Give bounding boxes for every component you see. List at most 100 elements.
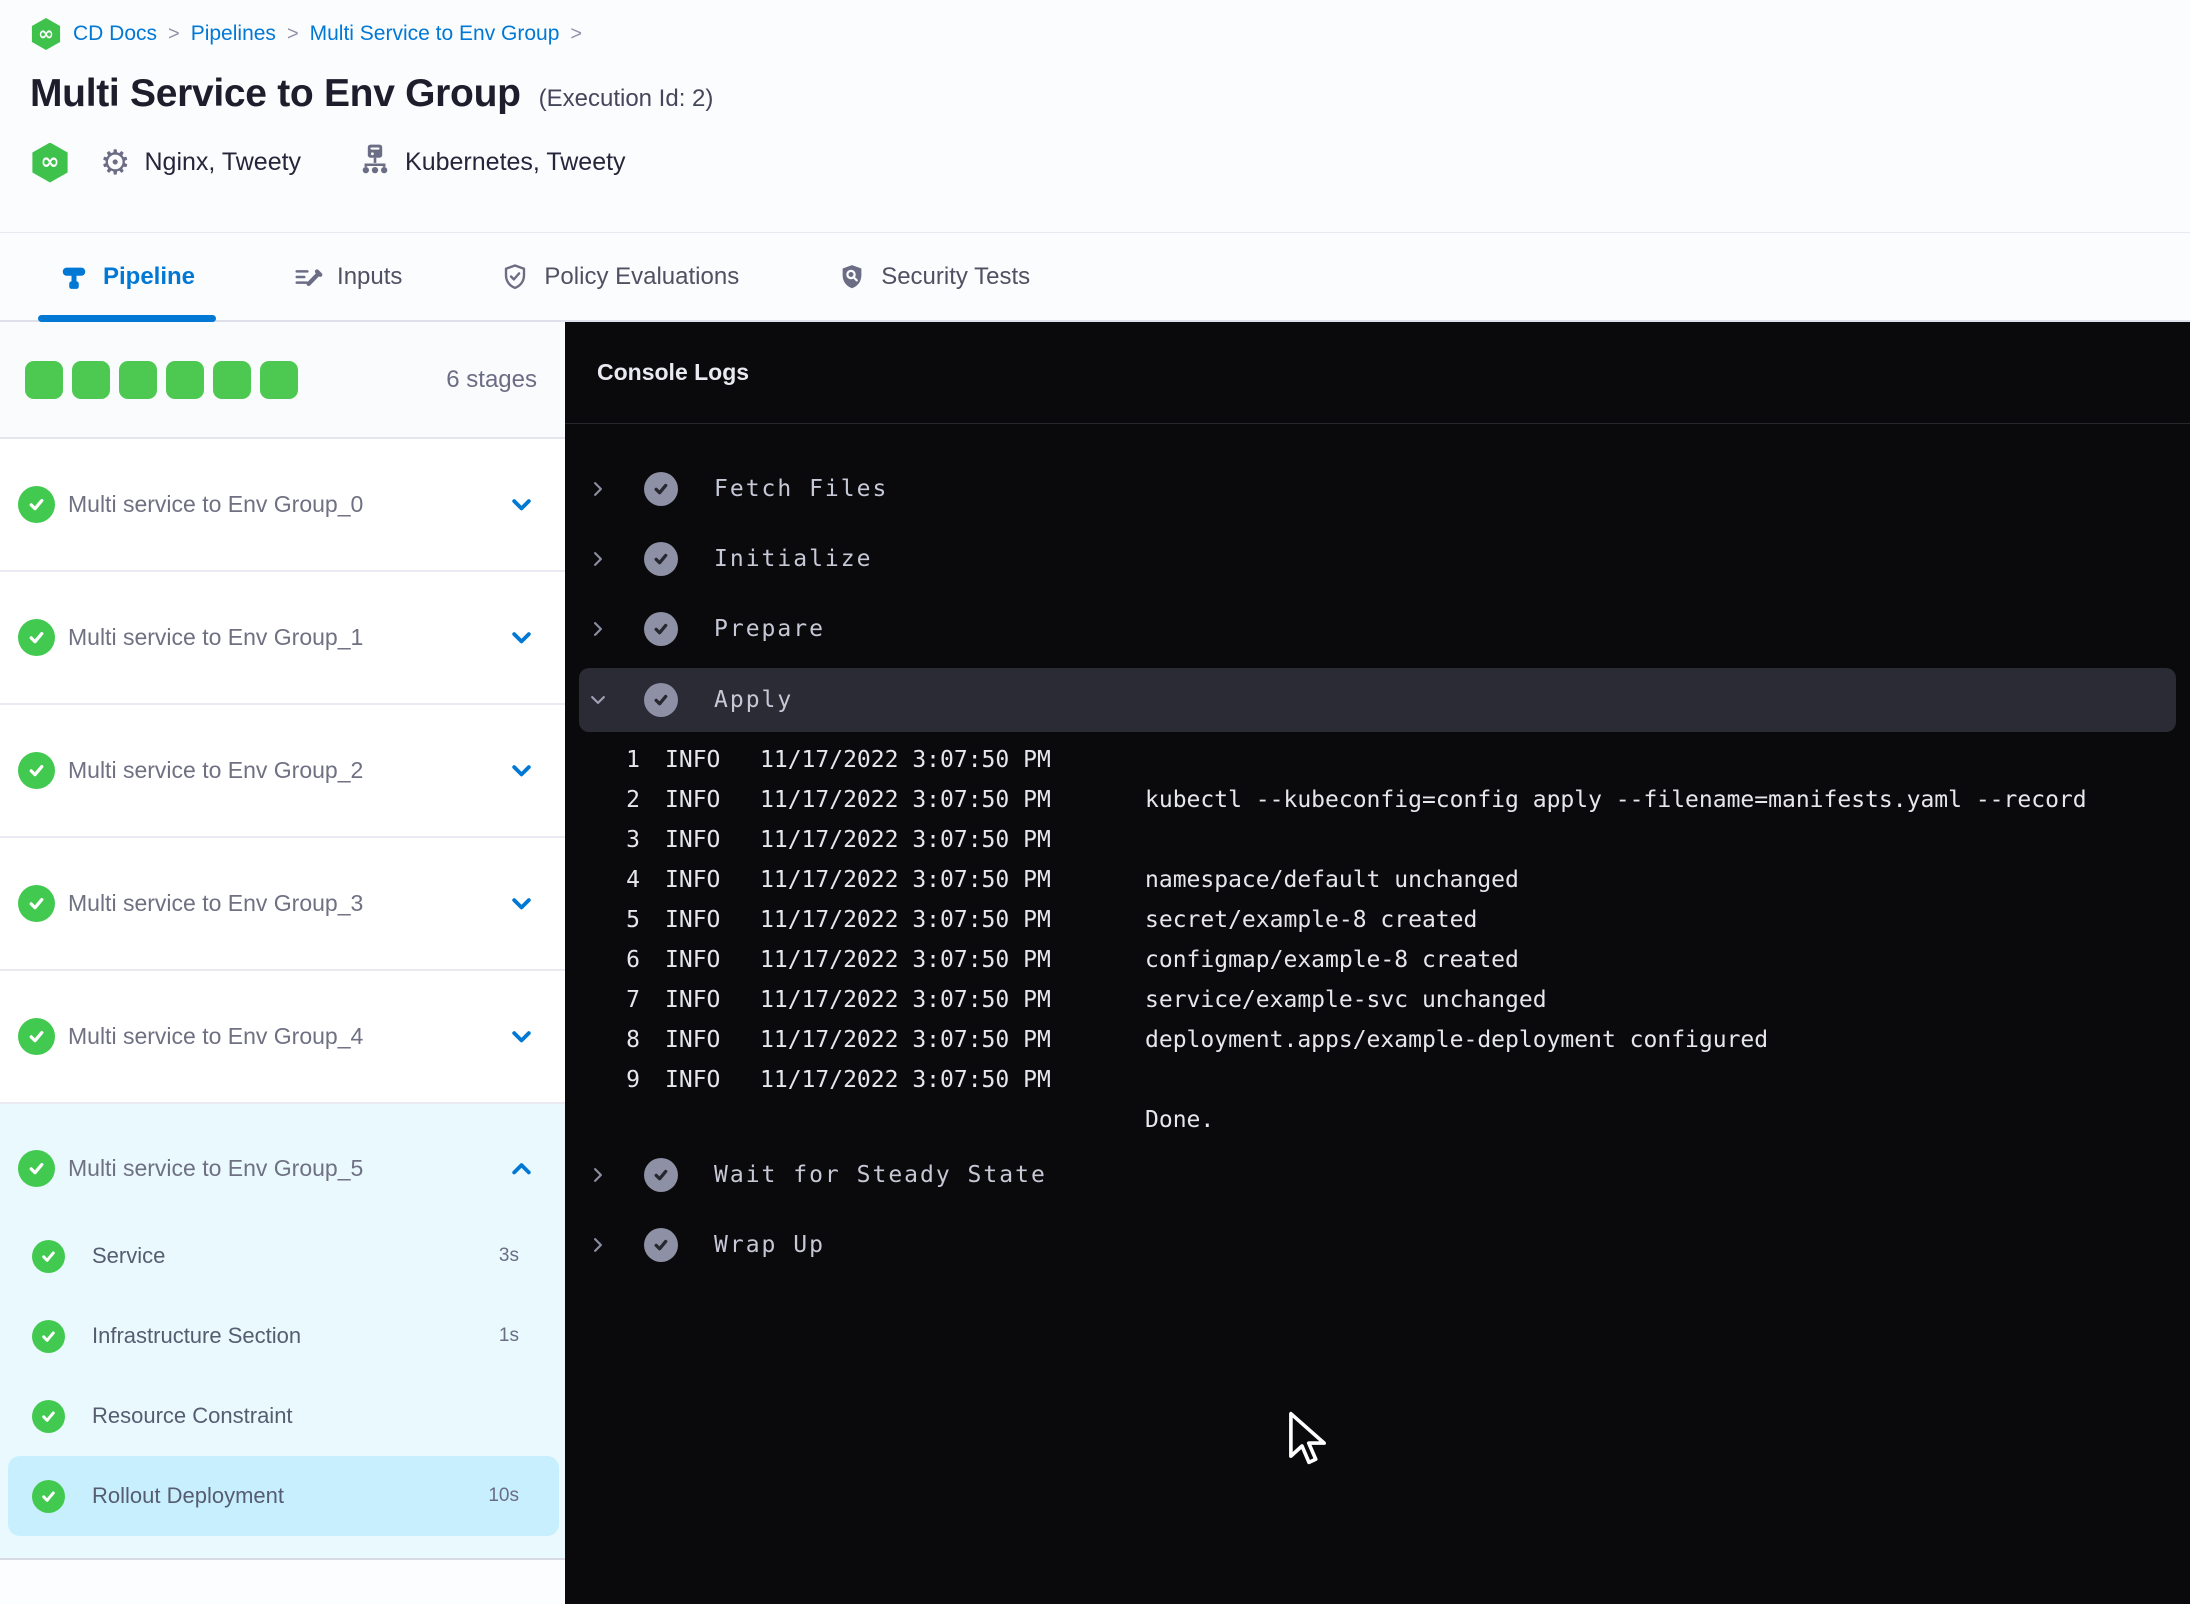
log-line: 4 INFO 11/17/2022 3:07:50 PM namespace/d… xyxy=(565,860,2190,900)
log-line: 2 INFO 11/17/2022 3:07:50 PM kubectl --k… xyxy=(565,780,2190,820)
log-line: 9 INFO 11/17/2022 3:07:50 PM xyxy=(565,1060,2190,1100)
console-section-label: Wrap Up xyxy=(714,1232,825,1258)
breadcrumb-link-project[interactable]: CD Docs xyxy=(73,22,157,46)
console-section-initialize[interactable]: Initialize xyxy=(565,524,2190,594)
stage-row[interactable]: Multi service to Env Group_2 xyxy=(0,705,565,838)
tab-pipeline[interactable]: Pipeline xyxy=(38,233,217,322)
step-row-service[interactable]: Service 3s xyxy=(8,1216,559,1296)
success-check-icon xyxy=(18,619,55,656)
log-level: INFO xyxy=(665,987,721,1013)
page-header: ∞ CD Docs > Pipelines > Multi Service to… xyxy=(0,0,2190,232)
log-timestamp xyxy=(760,1100,1120,1140)
stage-success-square xyxy=(166,360,204,399)
execution-id: (Execution Id: 2) xyxy=(538,85,714,112)
step-success-badge-icon xyxy=(644,683,678,717)
console-section-label: Prepare xyxy=(714,616,825,642)
step-success-badge-icon xyxy=(644,1158,678,1192)
sidebar-filler xyxy=(0,1560,565,1604)
inputs-icon xyxy=(293,262,323,292)
log-timestamp: 11/17/2022 3:07:50 PM xyxy=(760,747,1051,773)
stage-success-square xyxy=(72,360,110,399)
log-line-number: 7 xyxy=(626,987,640,1013)
log-line-number: 5 xyxy=(626,907,640,933)
services-label: Nginx, Tweety xyxy=(144,148,302,176)
stage-count-label: 6 stages xyxy=(446,365,537,393)
environments-icon xyxy=(359,142,391,183)
step-success-badge-icon xyxy=(644,472,678,506)
step-row-rollout-deployment[interactable]: Rollout Deployment 10s xyxy=(8,1456,559,1536)
log-message: namespace/default unchanged xyxy=(1145,867,1519,893)
log-level: INFO xyxy=(665,787,721,813)
chevron-down-icon[interactable] xyxy=(508,757,535,784)
console-panel: Console Logs Fetch Files Initialize Prep… xyxy=(565,322,2190,1604)
success-check-icon xyxy=(18,486,55,523)
log-message: Done. xyxy=(1145,1107,1215,1133)
stage-row-expanded[interactable]: Multi service to Env Group_5 xyxy=(0,1120,565,1216)
chevron-right-icon[interactable] xyxy=(588,1165,608,1185)
log-line-number xyxy=(565,1100,640,1140)
security-shield-search-icon xyxy=(837,262,867,292)
log-line: 7 INFO 11/17/2022 3:07:50 PM service/exa… xyxy=(565,980,2190,1020)
breadcrumb-link-pipeline-name[interactable]: Multi Service to Env Group xyxy=(310,22,560,46)
log-line-number: 1 xyxy=(626,747,640,773)
tab-label: Pipeline xyxy=(103,262,196,290)
console-section-apply[interactable]: Apply xyxy=(579,668,2176,732)
stage-row[interactable]: Multi service to Env Group_3 xyxy=(0,838,565,971)
stage-row[interactable]: Multi service to Env Group_4 xyxy=(0,971,565,1104)
breadcrumb-link-pipelines[interactable]: Pipelines xyxy=(191,22,276,46)
console-section-fetch-files[interactable]: Fetch Files xyxy=(565,454,2190,524)
chevron-down-icon[interactable] xyxy=(588,690,608,710)
step-label: Infrastructure Section xyxy=(92,1323,302,1348)
log-timestamp: 11/17/2022 3:07:50 PM xyxy=(760,867,1051,893)
log-line-number: 2 xyxy=(626,787,640,813)
log-message: secret/example-8 created xyxy=(1145,907,1478,933)
step-row-resource-constraint[interactable]: Resource Constraint xyxy=(8,1376,559,1456)
chevron-right-icon[interactable] xyxy=(588,549,608,569)
cd-module-icon: ∞ xyxy=(32,142,68,183)
chevron-down-icon[interactable] xyxy=(508,624,535,651)
log-timestamp: 11/17/2022 3:07:50 PM xyxy=(760,1067,1051,1093)
stage-label: Multi service to Env Group_2 xyxy=(68,757,364,783)
chevron-right-icon[interactable] xyxy=(588,479,608,499)
stage-row[interactable]: Multi service to Env Group_1 xyxy=(0,572,565,705)
log-timestamp: 11/17/2022 3:07:50 PM xyxy=(760,907,1051,933)
services-row: ∞ ⚙ Nginx, Tweety Kubernetes, Tweety xyxy=(30,142,2190,183)
console-section-label: Initialize xyxy=(714,546,873,572)
chevron-right-icon[interactable] xyxy=(588,619,608,639)
chevron-up-icon[interactable] xyxy=(508,1155,535,1182)
step-success-badge-icon xyxy=(644,542,678,576)
chevron-down-icon[interactable] xyxy=(508,1023,535,1050)
log-message: deployment.apps/example-deployment confi… xyxy=(1145,1027,1769,1053)
chevron-down-icon[interactable] xyxy=(508,491,535,518)
log-timestamp: 11/17/2022 3:07:50 PM xyxy=(760,787,1051,813)
chevron-down-icon[interactable] xyxy=(508,890,535,917)
log-timestamp: 11/17/2022 3:07:50 PM xyxy=(760,1027,1051,1053)
console-section-prepare[interactable]: Prepare xyxy=(565,594,2190,664)
tab-security-tests[interactable]: Security Tests xyxy=(816,233,1051,320)
success-check-icon xyxy=(32,1479,65,1513)
log-line: 8 INFO 11/17/2022 3:07:50 PM deployment.… xyxy=(565,1020,2190,1060)
log-line: 5 INFO 11/17/2022 3:07:50 PM secret/exam… xyxy=(565,900,2190,940)
log-line: Done. xyxy=(565,1100,2190,1140)
stage-success-square xyxy=(119,360,157,399)
log-output: 1 INFO 11/17/2022 3:07:50 PM 2 INFO 11/1… xyxy=(565,740,2190,1140)
policy-shield-check-icon xyxy=(500,262,530,292)
tab-policy-evaluations[interactable]: Policy Evaluations xyxy=(479,233,760,320)
stage-row[interactable]: Multi service to Env Group_0 xyxy=(0,439,565,572)
step-row-infrastructure[interactable]: Infrastructure Section 1s xyxy=(8,1296,559,1376)
pipeline-icon xyxy=(59,262,89,292)
stage-label: Multi service to Env Group_1 xyxy=(68,624,364,650)
tab-label: Security Tests xyxy=(881,262,1031,290)
console-section-wait-for-steady-state[interactable]: Wait for Steady State xyxy=(565,1140,2190,1210)
step-success-badge-icon xyxy=(644,612,678,646)
stages-sidebar: 6 stages Multi service to Env Group_0 Mu… xyxy=(0,322,565,1604)
chevron-right-icon[interactable] xyxy=(588,1235,608,1255)
stage-success-square xyxy=(25,360,63,399)
page-title: Multi Service to Env Group xyxy=(30,72,521,115)
console-section-wrap-up[interactable]: Wrap Up xyxy=(565,1210,2190,1280)
log-line-number: 9 xyxy=(626,1067,640,1093)
step-duration: 10s xyxy=(488,1485,519,1506)
log-line-number: 6 xyxy=(626,947,640,973)
tab-inputs[interactable]: Inputs xyxy=(272,233,423,320)
success-check-icon xyxy=(18,885,55,922)
